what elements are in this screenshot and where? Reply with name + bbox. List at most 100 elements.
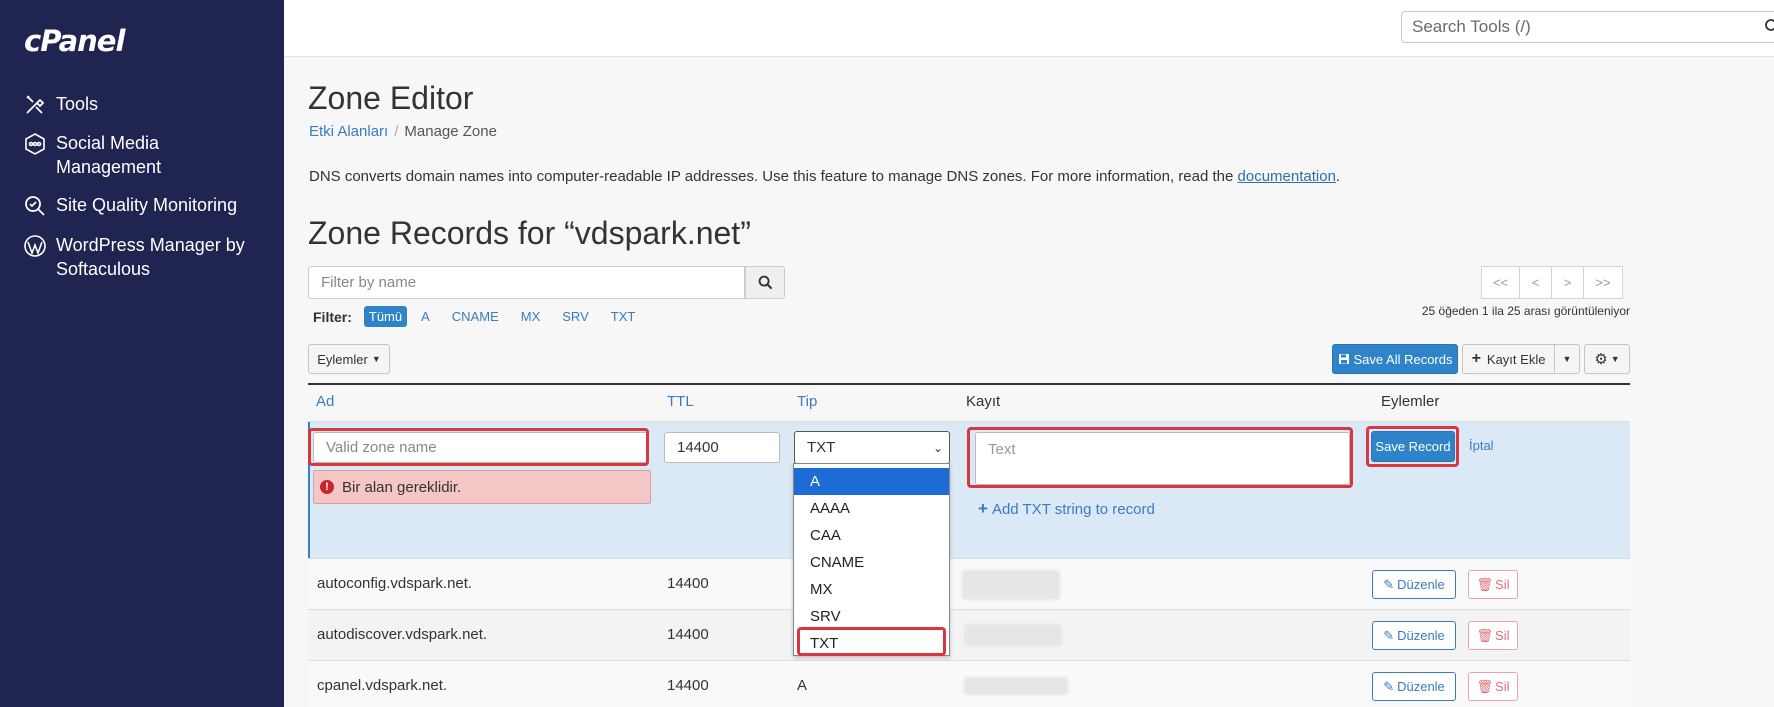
social-media-icon [22,131,48,157]
redacted-record-value [964,624,1062,646]
record-name: autodiscover.vdspark.net. [317,626,488,643]
edit-label: Düzenle [1397,628,1445,643]
caret-down-icon: ▼ [371,354,381,364]
delete-button[interactable]: 🗑 Sil [1468,672,1518,701]
filter-chip-a[interactable]: A [421,309,430,324]
save-all-records-button[interactable]: Save All Records [1332,344,1458,374]
delete-label: Sil [1495,679,1510,694]
tools-icon [22,92,48,118]
save-all-label: Save All Records [1353,351,1453,367]
actions-dropdown-button[interactable]: Eylemler ▼ [308,344,390,374]
trash-icon: 🗑 [1476,678,1494,694]
column-header-type[interactable]: Tip [797,393,817,410]
table-row: cpanel.vdspark.net. 14400 A ✎ Düzenle 🗑 Si… [308,660,1630,707]
caret-down-icon: ▼ [1562,354,1572,364]
page-description: DNS converts domain names into computer-… [309,168,1340,185]
column-header-name[interactable]: Ad [316,393,334,410]
type-option-a[interactable]: A [794,468,949,495]
type-option-srv[interactable]: SRV [794,603,949,630]
breadcrumb-current: Manage Zone [404,123,497,140]
record-type-value: TXT [807,439,836,456]
required-error-message: ! Bir alan gereklidir. [313,470,651,504]
edit-button[interactable]: ✎ Düzenle [1372,621,1456,650]
edit-label: Düzenle [1397,679,1445,694]
edit-label: Düzenle [1397,577,1445,592]
record-name: cpanel.vdspark.net. [317,677,448,694]
sidebar-item-label: WordPress Manager by Softaculous [56,235,245,279]
sidebar-item-label: Social Media Management [56,133,162,177]
filter-search-button[interactable] [745,266,785,299]
column-header-ttl[interactable]: TTL [667,393,694,410]
filter-chip-srv[interactable]: SRV [562,309,589,324]
add-record-label: Kayıt Ekle [1486,351,1546,367]
wordpress-icon [22,233,48,259]
documentation-link[interactable]: documentation [1238,168,1336,185]
last-page-button[interactable]: >> [1583,266,1623,299]
filter-by-name-input[interactable] [308,266,745,299]
type-option-mx[interactable]: MX [794,576,949,603]
highlight-record-textarea [967,427,1353,488]
delete-label: Sil [1495,628,1510,643]
cpanel-logo[interactable]: cPanel [24,24,125,58]
type-option-aaaa[interactable]: AAAA [794,495,949,522]
page-title: Zone Editor [308,80,474,116]
pencil-icon: ✎ [1383,627,1395,643]
filter-chip-mx[interactable]: MX [521,309,541,324]
redacted-record-value [964,677,1068,695]
record-ttl: 14400 [667,626,709,643]
highlight-save-record [1366,426,1459,467]
breadcrumb-separator: / [394,123,399,140]
delete-button[interactable]: 🗑 Sil [1468,570,1518,599]
sidebar-item-social-media[interactable]: Social Media Management [22,131,222,179]
first-page-button[interactable]: << [1481,266,1520,299]
table-row: autodiscover.vdspark.net. 14400 ✎ Düzenle… [308,609,1630,660]
error-text: Bir alan gereklidir. [342,478,462,496]
sidebar-item-label: Tools [56,94,99,114]
save-icon [1338,354,1349,364]
plus-icon: + [978,499,988,518]
add-record-button[interactable]: + Kayıt Ekle [1462,344,1555,374]
description-period: . [1335,168,1341,185]
plus-icon: + [1471,350,1481,367]
settings-dropdown-button[interactable]: ⚙ ▼ [1584,344,1630,374]
next-page-button[interactable]: > [1551,266,1584,299]
ttl-input[interactable]: 14400 [664,432,780,463]
zone-records-title: Zone Records for “vdspark.net” [308,215,751,251]
sidebar-item-label: Site Quality Monitoring [56,195,238,215]
column-header-actions: Eylemler [1381,393,1440,410]
redacted-record-value [962,570,1060,600]
search-tools-input[interactable] [1401,11,1774,43]
column-header-record: Kayıt [966,393,1001,410]
filter-chip-all[interactable]: Tümü [363,306,408,327]
filter-chip-cname[interactable]: CNAME [452,309,499,324]
record-type: A [797,677,808,694]
type-option-caa[interactable]: CAA [794,522,949,549]
cancel-link[interactable]: İptal [1469,438,1494,453]
description-text: DNS converts domain names into computer-… [309,168,1234,185]
edit-button[interactable]: ✎ Düzenle [1372,672,1456,701]
pencil-icon: ✎ [1383,678,1395,694]
add-txt-string-link[interactable]: + Add TXT string to record [978,499,1155,519]
table-row: autoconfig.vdspark.net. 14400 ✎ Düzenle 🗑… [308,558,1630,609]
record-type-select[interactable]: TXT ⌄ [794,431,950,464]
gear-icon: ⚙ [1594,351,1608,368]
search-icon[interactable] [1764,18,1774,34]
highlight-name-input [308,428,649,466]
breadcrumb: Etki Alanları / Manage Zone [309,123,497,140]
actions-label: Eylemler [317,351,368,367]
edit-button[interactable]: ✎ Düzenle [1372,570,1456,599]
delete-button[interactable]: 🗑 Sil [1468,621,1518,650]
type-option-cname[interactable]: CNAME [794,549,949,576]
sidebar-item-site-quality[interactable]: Site Quality Monitoring [22,193,237,219]
chevron-down-icon: ⌄ [932,440,943,455]
prev-page-button[interactable]: < [1519,266,1552,299]
type-filter-row: Filter: Tümü A CNAME MX SRV TXT [313,306,657,327]
trash-icon: 🗑 [1476,627,1494,643]
record-ttl: 14400 [667,677,709,694]
sidebar-item-tools[interactable]: Tools [22,92,98,118]
filter-chip-txt[interactable]: TXT [611,309,636,324]
add-record-dropdown-toggle[interactable]: ▼ [1554,344,1580,374]
search-icon [758,275,772,290]
sidebar-item-wordpress[interactable]: WordPress Manager by Softaculous [22,233,262,281]
breadcrumb-link-domains[interactable]: Etki Alanları [309,123,388,140]
